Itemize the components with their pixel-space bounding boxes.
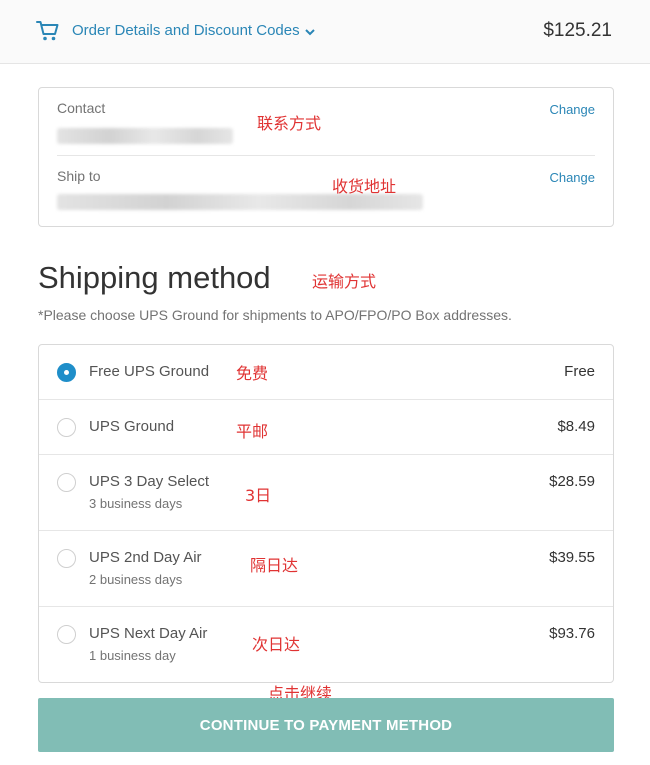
radio-button[interactable] xyxy=(57,418,76,437)
review-box: Contact Change Ship to Change xyxy=(38,87,614,227)
change-ship-to-link[interactable]: Change xyxy=(549,170,595,185)
order-summary-toggle[interactable]: Order Details and Discount Codes xyxy=(72,22,316,39)
shipping-note: *Please choose UPS Ground for shipments … xyxy=(38,307,512,323)
ship-to-annotation: 收货地址 xyxy=(332,177,397,196)
option-name: UPS 3 Day Select xyxy=(89,473,210,490)
radio-button[interactable] xyxy=(57,549,76,568)
chevron-down-icon xyxy=(304,25,316,37)
continue-to-payment-button[interactable]: CONTINUE TO PAYMENT METHOD xyxy=(38,698,614,752)
shipping-option-ups-next-day-air[interactable]: UPS Next Day Air 1 business day $93.76 xyxy=(39,607,613,683)
order-total: $125.21 xyxy=(543,20,612,41)
order-summary-bar: Order Details and Discount Codes $125.21 xyxy=(0,0,650,64)
contact-value-redacted xyxy=(57,128,233,144)
option-price: Free xyxy=(564,363,595,380)
contact-row: Contact Change xyxy=(57,100,595,156)
contact-annotation: 联系方式 xyxy=(257,114,322,133)
option-transit-time: 1 business day xyxy=(89,648,176,663)
shipping-title-annotation: 运输方式 xyxy=(312,272,377,291)
option-transit-time: 3 business days xyxy=(89,496,183,511)
cart-icon[interactable] xyxy=(36,20,60,42)
option-name: UPS 2nd Day Air xyxy=(89,549,202,566)
change-contact-link[interactable]: Change xyxy=(549,102,595,117)
option-price: $28.59 xyxy=(549,473,595,490)
shipping-option-ups-2nd-day-air[interactable]: UPS 2nd Day Air 2 business days $39.55 xyxy=(39,531,613,607)
shipping-option-free-ups-ground[interactable]: Free UPS Ground Free xyxy=(39,345,613,400)
option-price: $39.55 xyxy=(549,549,595,566)
contact-label: Contact xyxy=(57,100,106,116)
next-day-annotation: 次日达 xyxy=(252,635,301,654)
radio-button-selected[interactable] xyxy=(57,363,76,382)
radio-button[interactable] xyxy=(57,473,76,492)
radio-button[interactable] xyxy=(57,625,76,644)
free-annotation: 免费 xyxy=(236,364,269,383)
second-day-annotation: 隔日达 xyxy=(250,556,299,575)
ground-annotation: 平邮 xyxy=(236,422,269,441)
shipping-method-title: Shipping method xyxy=(38,260,271,295)
option-name: Free UPS Ground xyxy=(89,363,210,380)
ship-to-row: Ship to Change xyxy=(57,168,595,220)
shipping-option-ups-ground[interactable]: UPS Ground $8.49 xyxy=(39,400,613,455)
shipping-option-ups-3-day-select[interactable]: UPS 3 Day Select 3 business days $28.59 xyxy=(39,455,613,531)
option-transit-time: 2 business days xyxy=(89,572,183,587)
option-price: $93.76 xyxy=(549,625,595,642)
shipping-methods-list: Free UPS Ground Free UPS Ground $8.49 UP… xyxy=(38,344,614,683)
three-day-annotation: 3日 xyxy=(245,486,272,505)
option-price: $8.49 xyxy=(557,418,595,435)
option-name: UPS Next Day Air xyxy=(89,625,208,642)
ship-to-label: Ship to xyxy=(57,168,101,184)
option-name: UPS Ground xyxy=(89,418,175,435)
order-summary-label: Order Details and Discount Codes xyxy=(72,22,300,39)
